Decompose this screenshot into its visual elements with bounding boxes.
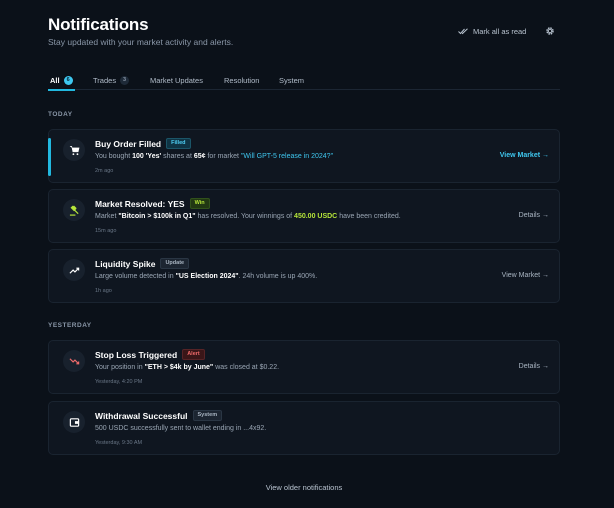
tab-all[interactable]: All 6 — [48, 71, 75, 91]
status-badge: Update — [160, 258, 190, 269]
notification-body: Large volume detected in "US Election 20… — [95, 273, 317, 280]
details-button[interactable]: Details → — [519, 363, 549, 370]
gear-icon[interactable] — [545, 26, 555, 36]
section-label-today: TODAY — [48, 111, 73, 118]
body-strong: "US Election 2024" — [175, 273, 239, 280]
gavel-icon — [69, 205, 79, 216]
notification-body: Market "Bitcoin > $100k in Q1" has resol… — [95, 213, 401, 220]
body-text: . 24h volume is up 400%. — [238, 273, 318, 280]
notification-time: 1h ago — [95, 288, 112, 294]
notification-card-withdrawal[interactable]: Withdrawal Successful System 500 USDC su… — [48, 401, 560, 455]
status-badge: System — [192, 410, 223, 421]
notification-icon-wrap — [63, 139, 85, 161]
double-check-icon — [458, 28, 468, 35]
body-text: You bought — [95, 153, 133, 160]
notification-title-row: Stop Loss Triggered Alert — [95, 349, 205, 360]
notification-icon-wrap — [63, 350, 85, 372]
page-subtitle: Stay updated with your market activity a… — [48, 37, 234, 47]
tab-count-badge: 3 — [120, 76, 130, 85]
notification-icon-wrap — [63, 259, 85, 281]
notification-title-row: Liquidity Spike Update — [95, 258, 190, 269]
unread-indicator — [48, 138, 51, 176]
tab-label: Market Updates — [150, 76, 203, 85]
tab-system[interactable]: System — [279, 71, 304, 90]
wallet-icon — [69, 417, 79, 427]
notification-icon-wrap — [63, 199, 85, 221]
tab-market-updates[interactable]: Market Updates — [150, 71, 203, 90]
tab-resolution[interactable]: Resolution — [224, 71, 259, 90]
notification-body: 500 USDC successfully sent to wallet end… — [95, 425, 267, 432]
body-text: shares at — [161, 153, 194, 160]
view-older-link[interactable]: View older notifications — [266, 483, 343, 492]
notification-title: Withdrawal Successful — [95, 410, 188, 421]
status-badge: Win — [189, 198, 210, 209]
tab-trades[interactable]: Trades 3 — [93, 71, 130, 90]
body-text: was closed at $0.22. — [213, 364, 280, 371]
body-strong: "ETH > $4k by June" — [144, 364, 214, 371]
tab-label: All — [50, 76, 60, 85]
notification-body: You bought 100 'Yes' shares at 65¢ for m… — [95, 153, 333, 160]
notification-card-liquidity-spike[interactable]: Liquidity Spike Update Large volume dete… — [48, 249, 560, 303]
body-strong: 100 'Yes' — [132, 153, 162, 160]
body-strong: "Bitcoin > $100k in Q1" — [118, 213, 196, 220]
notification-title: Liquidity Spike — [95, 258, 156, 269]
notification-time: 2m ago — [95, 168, 114, 174]
notification-title-row: Buy Order Filled Filled — [95, 138, 191, 149]
mark-all-read-button[interactable]: Mark all as read — [458, 27, 526, 36]
view-market-button[interactable]: View Market → — [502, 272, 549, 279]
notification-card-stop-loss[interactable]: Stop Loss Triggered Alert Your position … — [48, 340, 560, 394]
section-label-yesterday: YESTERDAY — [48, 322, 92, 329]
status-badge: Filled — [166, 138, 191, 149]
status-badge: Alert — [182, 349, 205, 360]
notification-time: 15m ago — [95, 228, 117, 234]
notification-title: Buy Order Filled — [95, 138, 162, 149]
page-title: Notifications — [48, 15, 149, 34]
filter-tabs: All 6 Trades 3 Market Updates Resolution… — [48, 66, 560, 91]
tab-label: Trades — [93, 76, 117, 85]
market-link[interactable]: "Will GPT-5 release in 2024?" — [241, 153, 333, 160]
winnings-amount: 450.00 USDC — [294, 213, 338, 220]
body-text: Your position in — [95, 364, 145, 371]
cart-icon — [69, 145, 79, 155]
details-button[interactable]: Details → — [519, 212, 549, 219]
notification-time: Yesterday, 4:20 PM — [95, 379, 143, 385]
trending-down-icon — [68, 357, 79, 364]
notification-card-buy-order[interactable]: Buy Order Filled Filled You bought 100 '… — [48, 129, 560, 183]
view-market-button[interactable]: View Market → — [500, 152, 549, 159]
body-text: Market — [95, 213, 119, 220]
notification-title-row: Market Resolved: YES Win — [95, 198, 210, 209]
tab-count-badge: 6 — [63, 76, 73, 85]
body-text: for market — [205, 153, 241, 160]
notification-card-market-resolved[interactable]: Market Resolved: YES Win Market "Bitcoin… — [48, 189, 560, 243]
tab-label: System — [279, 76, 305, 85]
notification-title-row: Withdrawal Successful System — [95, 410, 223, 421]
body-text: Large volume detected in — [95, 273, 176, 280]
body-text: have been credited. — [337, 213, 401, 220]
body-strong: 65¢ — [193, 153, 206, 160]
mark-all-read-label: Mark all as read — [473, 27, 527, 36]
body-text: has resolved. Your winnings of — [195, 213, 295, 220]
notification-icon-wrap — [63, 411, 85, 433]
trending-up-icon — [68, 267, 79, 274]
notification-title: Market Resolved: YES — [95, 198, 185, 209]
notification-title: Stop Loss Triggered — [95, 349, 178, 360]
older-notifications-row: View older notifications — [48, 483, 560, 492]
notification-body: Your position in "ETH > $4k by June" was… — [95, 364, 279, 371]
tab-label: Resolution — [224, 76, 260, 85]
notification-time: Yesterday, 9:30 AM — [95, 440, 143, 446]
